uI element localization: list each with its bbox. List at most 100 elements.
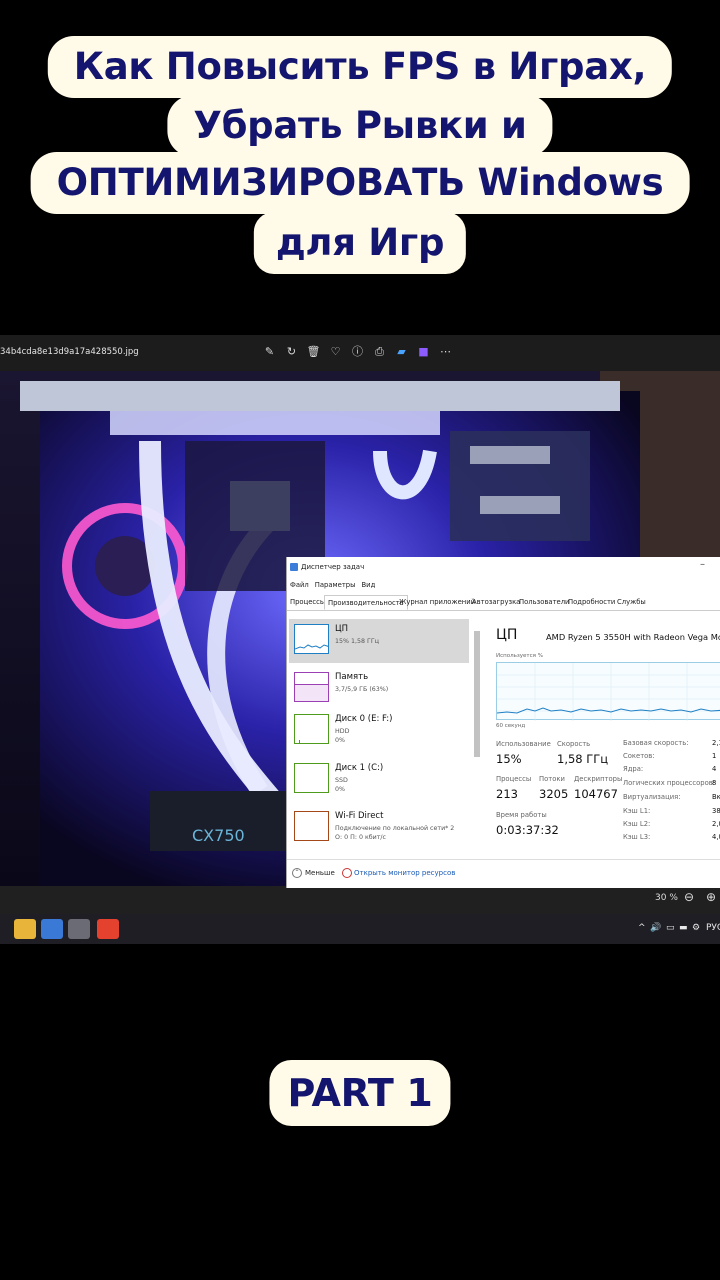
tray-chevron-icon[interactable]: ^ — [638, 923, 646, 933]
spec-value: 4,0 — [712, 833, 720, 841]
resource-name: Wi-Fi Direct — [335, 811, 384, 821]
uptime-label: Время работы — [496, 811, 547, 819]
volume-icon[interactable]: 🔊 — [650, 923, 661, 933]
graph-seconds-label: 60 секунд — [496, 723, 526, 729]
title-line-4: для Игр — [253, 212, 467, 274]
threads-label: Потоки — [539, 775, 565, 783]
resource-list-scrollbar[interactable] — [473, 621, 481, 851]
cpu-heading: ЦП — [496, 627, 518, 643]
viewer-toolbar: 34b4cda8e13d9a17a428550.jpg ✎ ↻ 🗑 ♡ ⓘ ⎙ … — [0, 335, 720, 371]
title-line-2: Убрать Рывки и — [167, 95, 553, 157]
zoom-out-icon[interactable]: ⊖ — [682, 890, 696, 904]
resource-memory[interactable]: Память 3,7/5,9 ГБ (63%) — [289, 667, 469, 711]
menu-view[interactable]: Вид — [362, 581, 376, 589]
spec-value: Вкл — [712, 793, 720, 801]
settings-icon[interactable]: ⚙ — [692, 923, 700, 933]
memory-thumbnail — [294, 672, 329, 702]
usage-label: Использование — [496, 740, 551, 748]
favorite-icon[interactable]: ♡ — [328, 343, 343, 361]
spec-value: 2,1 — [712, 739, 720, 747]
open-resource-monitor-link[interactable]: Открыть монитор ресурсов — [354, 869, 455, 877]
spec-label: Кэш L3: — [623, 833, 651, 841]
speed-value: 1,58 ГГц — [557, 752, 609, 766]
task-manager-footer: ⌃ Меньше Открыть монитор ресурсов — [287, 859, 720, 888]
part-label: PART 1 — [269, 1060, 451, 1126]
more-icon[interactable]: ⋯ — [438, 343, 453, 361]
menu-file[interactable]: Файл — [290, 581, 309, 589]
title-line-3: ОПТИМИЗИРОВАТЬ Windows — [30, 152, 690, 214]
scrollbar-thumb[interactable] — [474, 631, 480, 757]
tab-startup[interactable]: Автозагрузка — [472, 598, 520, 606]
zoom-in-icon[interactable]: ⊕ — [704, 890, 718, 904]
resource-name: ЦП — [335, 624, 348, 634]
windows-taskbar: ^ 🔊 ▭ ▬ ⚙ РУС — [0, 914, 720, 944]
file-name: 34b4cda8e13d9a17a428550.jpg — [0, 347, 139, 357]
language-indicator[interactable]: РУС — [706, 923, 720, 933]
info-icon[interactable]: ⓘ — [350, 343, 365, 361]
resource-detail: SSD — [335, 777, 348, 784]
speed-label: Скорость — [557, 740, 591, 748]
chevron-up-icon[interactable]: ⌃ — [292, 868, 302, 878]
print-icon[interactable]: ⎙ — [372, 343, 387, 361]
resource-detail: Подключение по локальной сети* 2 — [335, 825, 455, 832]
spec-value: 384 — [712, 807, 720, 815]
clipchamp-icon[interactable] — [97, 919, 119, 939]
resource-name: Диск 0 (E: F:) — [335, 714, 393, 724]
resource-disk-1[interactable]: Диск 1 (C:) SSD 0% — [289, 758, 469, 802]
spec-label: Сокетов: — [623, 752, 655, 760]
spec-label: Логических процессоров: — [623, 779, 716, 787]
file-explorer-icon[interactable] — [14, 919, 36, 939]
rotate-icon[interactable]: ↻ — [284, 343, 299, 361]
window-title: Диспетчер задач — [301, 563, 365, 571]
spec-value: 4 — [712, 765, 717, 773]
cpu-panel: ЦП AMD Ryzen 5 3550H with Radeon Vega Mo… — [483, 615, 720, 855]
utilization-label: Используется % — [496, 653, 543, 659]
spec-label: Базовая скорость: — [623, 739, 689, 747]
menu-bar: Файл Параметры Вид — [290, 581, 375, 589]
edit-icon[interactable]: ✎ — [262, 343, 277, 361]
tab-processes[interactable]: Процессы — [290, 598, 325, 606]
task-manager-icon[interactable] — [68, 919, 90, 939]
minimize-button[interactable]: – — [700, 559, 705, 570]
tab-app-history[interactable]: Журнал приложений — [399, 598, 475, 606]
handles-value: 104767 — [574, 787, 618, 801]
resource-cpu[interactable]: ЦП 15% 1,58 ГГц — [289, 619, 469, 663]
network-icon[interactable]: ▭ — [666, 923, 675, 933]
edit-image-icon[interactable]: ▰ — [394, 343, 409, 361]
cpu-model: AMD Ryzen 5 3550H with Radeon Vega Mob — [546, 632, 720, 642]
resource-disk-0[interactable]: Диск 0 (E: F:) HDD 0% — [289, 709, 469, 753]
resource-detail: О: 0 П: 0 кбит/с — [335, 834, 386, 841]
viewer-zoom-bar: 30 % ⊖ ⊕ — [0, 886, 720, 914]
resource-detail: 0% — [335, 737, 345, 744]
spec-value: 1 — [712, 752, 717, 760]
spec-label: Кэш L1: — [623, 807, 651, 815]
disk-0-thumbnail — [294, 714, 329, 744]
spec-label: Виртуализация: — [623, 793, 681, 801]
processes-label: Процессы — [496, 775, 532, 783]
delete-icon[interactable]: 🗑 — [306, 343, 321, 361]
spec-value: 2,0 — [712, 820, 720, 828]
usage-value: 15% — [496, 752, 522, 766]
resource-name: Память — [335, 672, 369, 682]
photos-icon[interactable] — [41, 919, 63, 939]
uptime-value: 0:03:37:32 — [496, 823, 559, 837]
tab-services[interactable]: Службы — [617, 598, 646, 606]
tab-users[interactable]: Пользователи — [519, 598, 569, 606]
handles-label: Дескрипторы — [574, 775, 623, 783]
tab-performance[interactable]: Производительность — [324, 595, 408, 610]
menu-options[interactable]: Параметры — [315, 581, 356, 589]
resource-name: Диск 1 (C:) — [335, 763, 384, 773]
spec-label: Ядра: — [623, 765, 644, 773]
resource-wifi-direct[interactable]: Wi-Fi Direct Подключение по локальной се… — [289, 806, 469, 850]
wifi-thumbnail — [294, 811, 329, 841]
battery-icon[interactable]: ▬ — [679, 923, 688, 933]
clipchamp-icon[interactable]: ■ — [416, 343, 431, 361]
resource-monitor-icon[interactable] — [342, 868, 352, 878]
fewer-details-link[interactable]: Меньше — [305, 869, 335, 877]
processes-value: 213 — [496, 787, 518, 801]
title-line-1: Как Повысить FPS в Играх, — [47, 36, 673, 98]
threads-value: 3205 — [539, 787, 569, 801]
resource-detail: HDD — [335, 728, 350, 735]
tab-details[interactable]: Подробности — [568, 598, 615, 606]
resource-detail: 15% 1,58 ГГц — [335, 638, 379, 645]
